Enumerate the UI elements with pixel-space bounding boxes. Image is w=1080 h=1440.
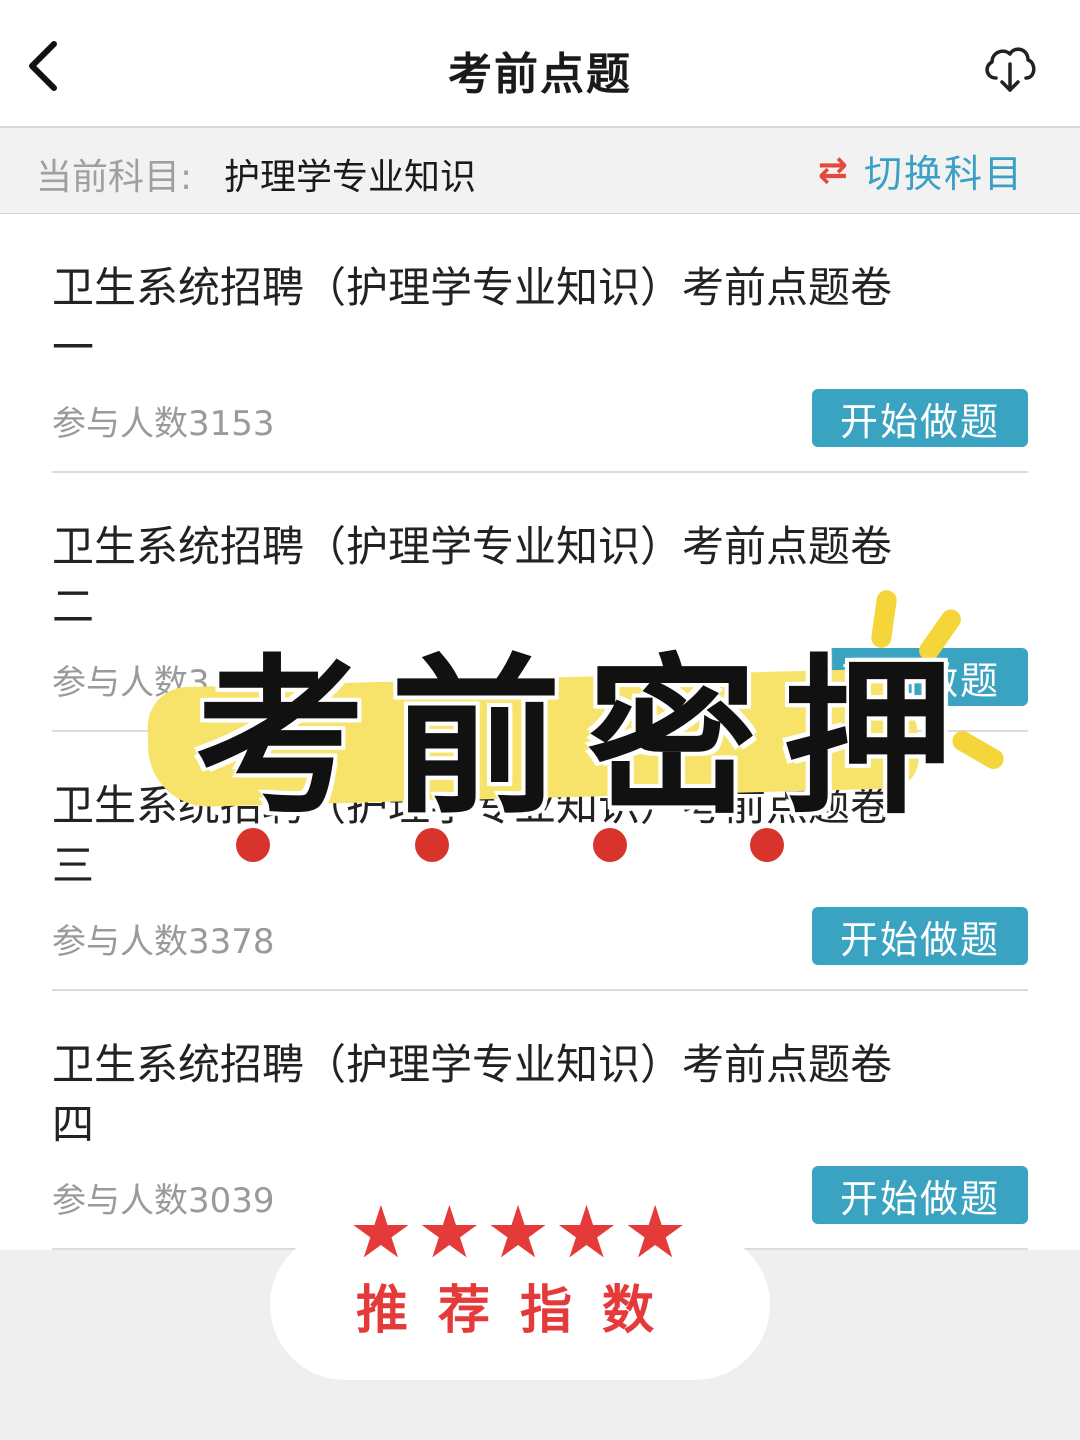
participant-count: 参与人数3378 [52, 922, 275, 962]
participant-count: 参与人数3153 [52, 404, 275, 444]
subject-label: 当前科目: [36, 157, 193, 198]
exam-title: 卫生系统招聘（护理学专业知识）考前点题卷四 [52, 1040, 893, 1149]
download-button[interactable] [980, 38, 1040, 98]
exam-title: 卫生系统招聘（护理学专业知识）考前点题卷三 [52, 781, 893, 890]
exam-title: 卫生系统招聘（护理学专业知识）考前点题卷二 [52, 522, 893, 631]
cloud-download-icon [985, 47, 1036, 92]
exam-item: 卫生系统招聘（护理学专业知识）考前点题卷二 参与人数3 开始做题 [52, 473, 1028, 732]
participant-count: 参与人数3 [52, 663, 210, 703]
start-quiz-button[interactable]: 开始做题 [812, 389, 1028, 447]
exam-title: 卫生系统招聘（护理学专业知识）考前点题卷一 [52, 263, 893, 372]
page-title: 考前点题 [448, 49, 632, 100]
start-quiz-button[interactable]: 开始做题 [812, 1166, 1028, 1224]
exam-item: 卫生系统招聘（护理学专业知识）考前点题卷三 参与人数3378 开始做题 [52, 732, 1028, 991]
subject-bar: 当前科目: 护理学专业知识 ⇄ 切换科目 [0, 128, 1080, 214]
exam-item: 卫生系统招聘（护理学专业知识）考前点题卷一 参与人数3153 开始做题 [52, 214, 1028, 473]
switch-subject-button[interactable]: ⇄ 切换科目 [817, 146, 1024, 196]
footer-blank-area [0, 1250, 1080, 1440]
switch-subject-label: 切换科目 [863, 151, 1024, 196]
exam-item: 卫生系统招聘（护理学专业知识）考前点题卷四 参与人数3039 开始做题 [52, 991, 1028, 1250]
app-header: 考前点题 [0, 0, 1080, 128]
start-quiz-button[interactable]: 开始做题 [812, 907, 1028, 965]
exam-list: 卫生系统招聘（护理学专业知识）考前点题卷一 参与人数3153 开始做题 卫生系统… [0, 214, 1080, 1250]
participant-count: 参与人数3039 [52, 1181, 275, 1221]
subject-name: 护理学专业知识 [224, 157, 477, 198]
start-quiz-button[interactable]: 开始做题 [812, 648, 1028, 706]
switch-arrows-icon: ⇄ [817, 149, 848, 191]
